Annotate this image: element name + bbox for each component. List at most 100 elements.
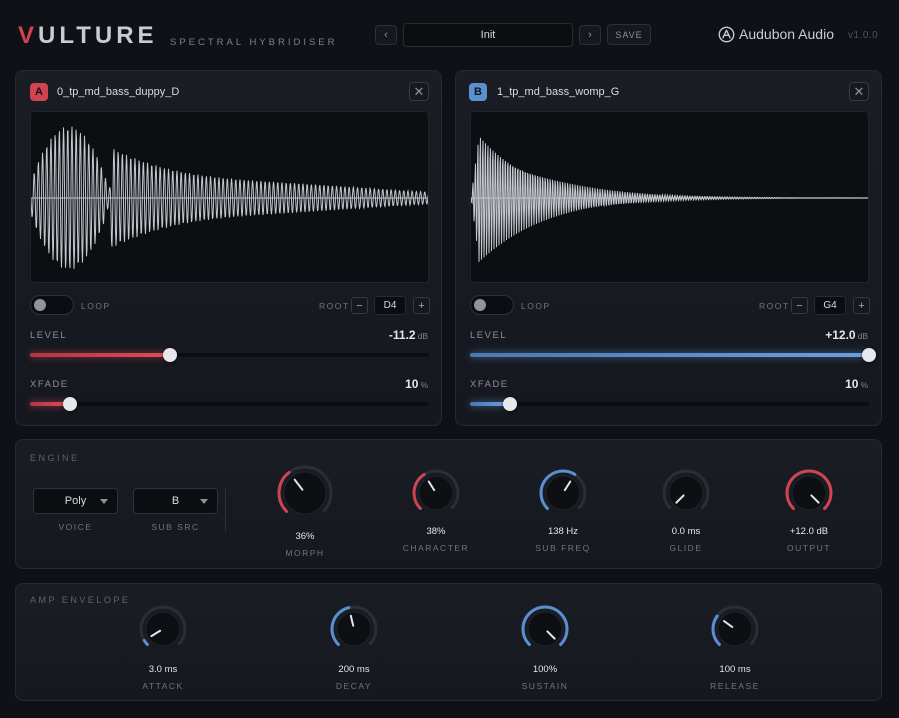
sustain-knob[interactable] (518, 602, 572, 656)
glide-label: GLIDE (669, 543, 703, 553)
chevron-left-icon: ‹ (384, 29, 388, 41)
slot-a-waveform-graphic (31, 126, 428, 269)
slot-a-xfade-thumb[interactable] (62, 397, 77, 411)
preset-name-display[interactable]: Init (403, 23, 573, 47)
slot-a-root-note[interactable]: D4 (374, 296, 406, 315)
slot-b-root-increment-button[interactable]: + (853, 297, 870, 314)
slot-a-loop-label: LOOP (81, 301, 111, 311)
sub-freq-knob[interactable] (536, 466, 590, 520)
decay-label: DECAY (335, 681, 373, 691)
chevron-right-icon: › (588, 29, 592, 41)
attack-label: ATTACK (142, 681, 184, 691)
slot-b-waveform-graphic (471, 137, 868, 262)
glide-knob-dial (662, 469, 710, 511)
slot-b-xfade-unit: % (860, 380, 868, 390)
slot-a-root-decrement-button[interactable]: − (351, 297, 368, 314)
next-preset-button[interactable]: › (579, 25, 601, 45)
slot-a-level-fill (30, 353, 170, 357)
sub-src-label: SUB SRC (151, 522, 200, 532)
audubon-logo-icon (718, 26, 735, 42)
slot-b-badge: B (469, 83, 487, 101)
chevron-down-icon (100, 499, 108, 504)
slot-a-xfade-slider[interactable] (30, 397, 429, 411)
slot-b-level-unit: dB (857, 331, 868, 341)
amp-envelope-section: AMP ENVELOPE 3.0 ms ATTACK 200 ms DECAY 100%… (15, 583, 882, 701)
output-knob[interactable] (782, 466, 836, 520)
slot-b-close-button[interactable]: ✕ (849, 82, 869, 101)
slot-a-level-thumb[interactable] (162, 348, 177, 362)
sustain-label: SUSTAIN (521, 681, 569, 691)
slot-a-xfade-label: XFADE (30, 379, 69, 390)
slot-a-xfade-number: 10 (405, 377, 419, 391)
release-label: RELEASE (710, 681, 760, 691)
save-preset-button[interactable]: SAVE (607, 24, 651, 45)
engine-section: ENGINE Poly VOICE B SUB SRC 36% MORPH 38% C… (15, 439, 882, 569)
sustain-knob-dial (521, 605, 569, 647)
attack-value: 3.0 ms (148, 664, 178, 675)
character-value: 38% (426, 526, 446, 537)
engine-divider (225, 488, 226, 532)
company-brand: Audubon Audio (718, 24, 834, 44)
engine-title: ENGINE (30, 453, 80, 463)
slot-b-root-label: ROOT (759, 301, 790, 311)
chevron-down-icon (200, 499, 208, 504)
slot-a-level-value: -11.2 dB (389, 328, 428, 342)
output-value: +12.0 dB (789, 526, 829, 537)
slot-b-xfade-thumb[interactable] (502, 397, 517, 411)
slot-a-level-slider[interactable] (30, 348, 429, 362)
plus-icon: + (418, 299, 425, 312)
minus-icon: − (796, 299, 803, 312)
version-label: v1.0.0 (848, 30, 879, 41)
morph-value: 36% (295, 531, 315, 542)
character-label: CHARACTER (402, 543, 470, 553)
morph-knob[interactable] (274, 462, 336, 524)
output-knob-dial (785, 469, 833, 511)
voice-select[interactable]: Poly (33, 488, 118, 514)
slot-b-level-label: LEVEL (470, 330, 508, 341)
slot-b-waveform[interactable] (470, 111, 869, 283)
slot-a-root-increment-button[interactable]: + (413, 297, 430, 314)
decay-knob-dial (330, 605, 378, 647)
slot-a-level-label: LEVEL (30, 330, 68, 341)
slot-b-level-slider[interactable] (470, 348, 876, 362)
release-knob-dial (711, 605, 759, 647)
slot-b-level-thumb[interactable] (862, 348, 876, 362)
slot-a-loop-toggle[interactable] (30, 295, 74, 315)
release-knob[interactable] (708, 602, 762, 656)
slot-b-level-number: +12.0 (825, 328, 856, 342)
plus-icon: + (858, 299, 865, 312)
app-title-rest: ULTURE (38, 22, 158, 49)
attack-knob[interactable] (136, 602, 190, 656)
voice-select-value: Poly (64, 495, 87, 507)
morph-knob-dial (277, 465, 333, 515)
slot-b-loop-toggle[interactable] (470, 295, 514, 315)
glide-knob[interactable] (659, 466, 713, 520)
company-name: Audubon Audio (739, 26, 834, 42)
decay-knob[interactable] (327, 602, 381, 656)
sample-slot-b: B 1_tp_md_bass_womp_G ✕ LOOP ROOT − G4 +… (455, 70, 882, 426)
slot-b-root-decrement-button[interactable]: − (791, 297, 808, 314)
prev-preset-button[interactable]: ‹ (375, 25, 397, 45)
sub-src-select[interactable]: B (133, 488, 218, 514)
decay-value: 200 ms (338, 664, 370, 675)
slot-a-close-button[interactable]: ✕ (409, 82, 429, 101)
slot-b-xfade-label: XFADE (470, 379, 509, 390)
slot-b-xfade-value: 10% (845, 377, 868, 391)
slot-b-sample-name: 1_tp_md_bass_womp_G (497, 86, 620, 98)
slot-b-root-note[interactable]: G4 (814, 296, 846, 315)
attack-knob-arc (142, 638, 149, 647)
slot-a-waveform[interactable] (30, 111, 429, 283)
slot-b-xfade-slider[interactable] (470, 397, 869, 411)
slot-b-level-value: +12.0 dB (825, 328, 868, 342)
slot-a-sample-name: 0_tp_md_bass_duppy_D (57, 86, 180, 98)
app-subtitle: SPECTRAL HYBRIDISER (170, 37, 338, 48)
attack-knob-dial (139, 605, 187, 647)
sustain-value: 100% (532, 664, 558, 675)
character-knob[interactable] (409, 466, 463, 520)
app-title: VULTURE (18, 22, 158, 50)
morph-label: MORPH (285, 548, 325, 558)
close-icon: ✕ (853, 83, 865, 99)
output-label: OUTPUT (787, 543, 831, 553)
slot-b-loop-label: LOOP (521, 301, 551, 311)
sub-freq-value: 138 Hz (547, 526, 579, 537)
